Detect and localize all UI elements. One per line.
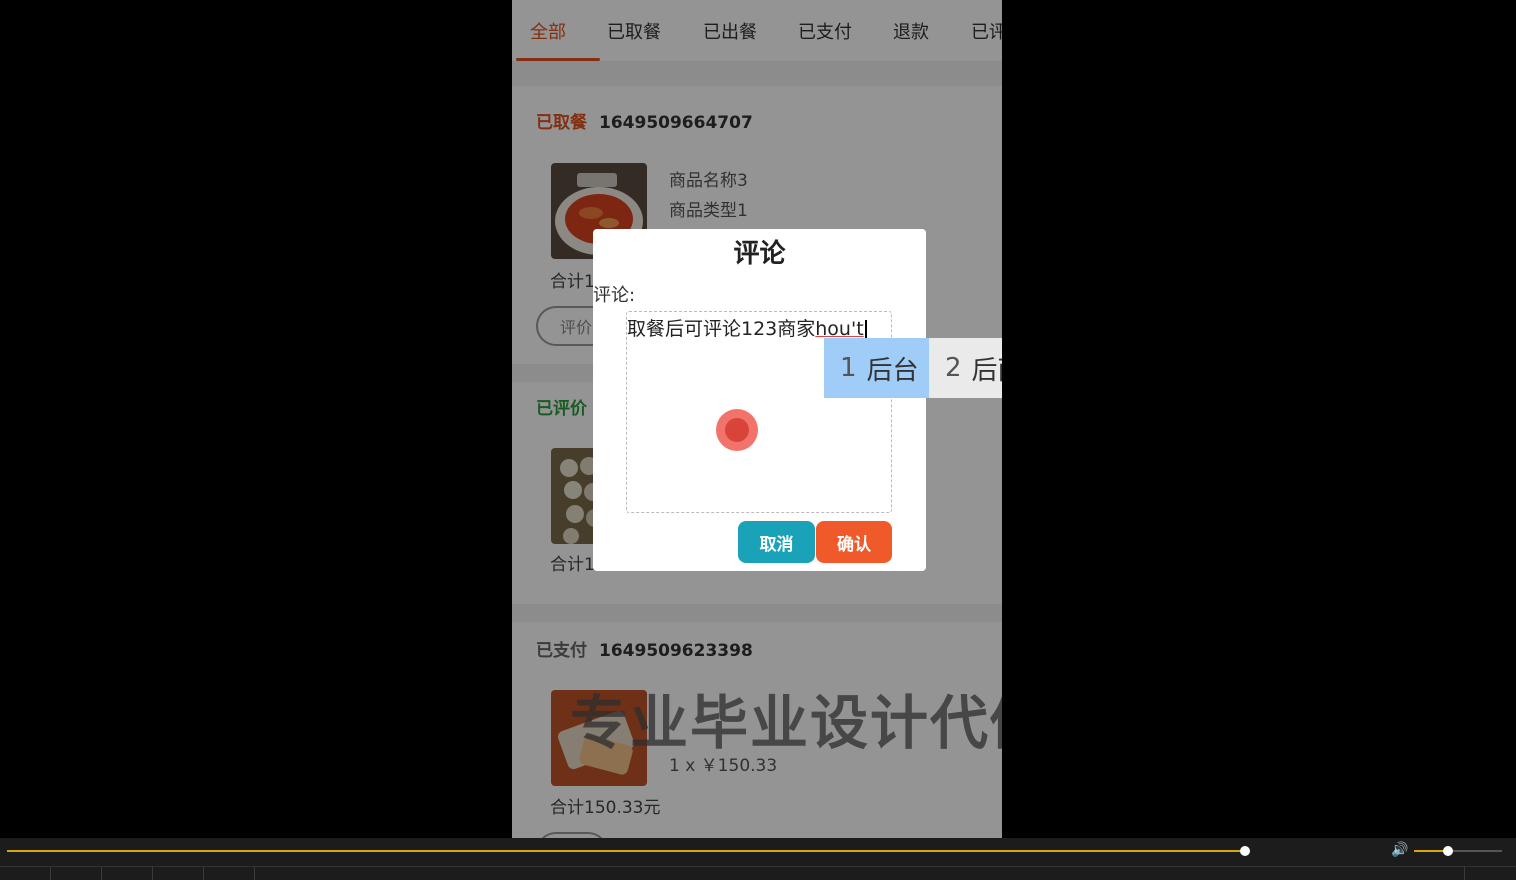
ime-candidate-bar: 1 后台 2 后面	[824, 338, 1002, 398]
click-indicator	[716, 409, 758, 451]
ime-candidate-number: 2	[945, 353, 962, 383]
ime-candidate-text: 后台	[866, 355, 919, 386]
toolbar-separator	[1464, 867, 1465, 880]
ime-candidate-number: 1	[840, 353, 857, 383]
comment-text: 取餐后可评论123商家hou't	[627, 314, 867, 341]
comment-dialog: 评论 评论: 取餐后可评论123商家hou't 取消 确认	[593, 229, 926, 571]
progress-bar[interactable]	[7, 850, 1245, 852]
volume-icon[interactable]: 🔊	[1391, 842, 1408, 858]
toolbar-separator	[50, 867, 51, 880]
volume-handle[interactable]	[1443, 846, 1454, 856]
progress-handle[interactable]	[1239, 846, 1250, 856]
text-caret	[864, 319, 867, 340]
ime-candidate-text: 后面	[971, 355, 1002, 386]
cancel-button[interactable]: 取消	[738, 521, 815, 563]
comment-value: 取餐后可评论123商家	[627, 318, 816, 340]
toolbar-separator	[152, 867, 153, 880]
toolbar-separator	[254, 867, 255, 880]
dialog-title: 评论	[733, 239, 786, 269]
comment-label: 评论:	[593, 285, 636, 306]
watermark-text: 专业毕业设计代做	[570, 689, 1002, 757]
ime-candidate[interactable]: 2 后面	[929, 338, 1002, 398]
ime-candidate[interactable]: 1 后台	[824, 338, 929, 398]
video-player-controls: 🔊	[0, 838, 1516, 880]
ime-composition-text: hou't	[815, 318, 864, 340]
player-toolbar	[0, 866, 1516, 880]
volume-slider[interactable]	[1414, 850, 1502, 852]
toolbar-separator	[101, 867, 102, 880]
toolbar-separator	[203, 867, 204, 880]
confirm-button[interactable]: 确认	[816, 521, 892, 563]
